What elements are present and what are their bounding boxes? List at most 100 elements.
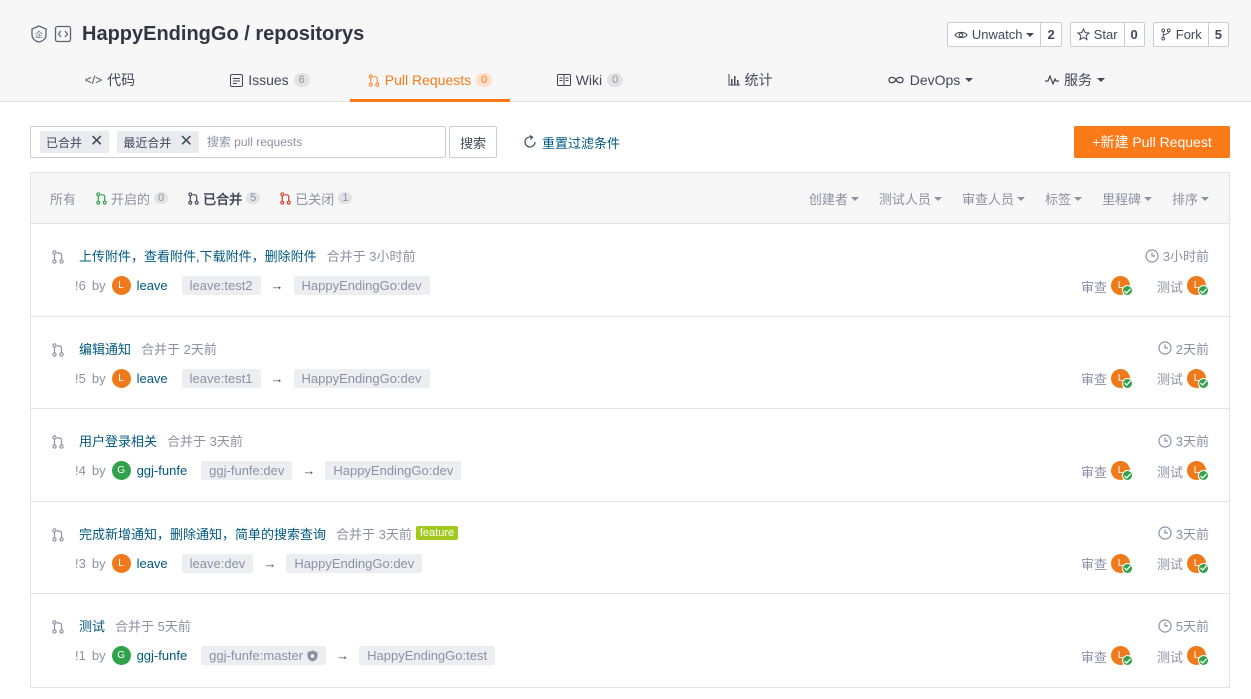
filter-dropdowns: 创建者 测试人员 审查人员 标签 里程碑 排序 [809, 173, 1209, 224]
chevron-down-icon [1026, 32, 1035, 37]
pr-title-link[interactable]: 测试 [79, 616, 105, 635]
tab-label: Wiki [575, 72, 603, 88]
by-label: by [91, 278, 106, 293]
search-input[interactable] [206, 135, 445, 149]
target-branch: HappyEndingGo:dev [325, 461, 462, 480]
review-label: 审查 [1080, 649, 1107, 665]
author-link[interactable]: ggj-funfe [137, 463, 188, 478]
pr-title-link[interactable]: 用户登录相关 [79, 431, 157, 450]
tester-status: 测试 L [1157, 276, 1209, 296]
clock-icon [1158, 526, 1172, 540]
pr-title-link[interactable]: 编辑通知 [79, 339, 131, 358]
tab-pull-requests[interactable]: Pull Requests 0 [350, 58, 510, 102]
reset-label: 重置过滤条件 [542, 135, 621, 151]
tab-services[interactable]: 服务 [1030, 58, 1120, 102]
filter-chip-merged[interactable]: 已合并 ✕ [40, 131, 110, 153]
label-dropdown[interactable]: 标签 [1045, 189, 1082, 208]
filter-box[interactable]: 已合并 ✕ 最近合并 ✕ [30, 126, 446, 158]
by-label: by [91, 648, 106, 663]
watch-count[interactable]: 2 [1041, 23, 1060, 46]
author-dropdown[interactable]: 创建者 [809, 189, 859, 208]
new-pull-request-button[interactable]: +新建 Pull Request [1074, 126, 1230, 158]
tab-code[interactable]: </> 代码 [30, 58, 190, 102]
unwatch-label: Unwatch [971, 27, 1023, 42]
pull-request-merged-icon [52, 342, 64, 357]
pr-time: 3天前 [1175, 526, 1209, 542]
check-icon [1121, 655, 1133, 666]
pr-item: 测试 合并于 5天前 !1 by G ggj-funfe ggj-funfe:m… [31, 594, 1229, 687]
state-all[interactable]: 所有 [50, 189, 76, 208]
avatar[interactable]: G [111, 646, 131, 665]
pull-request-merged-icon [52, 435, 64, 449]
state-label: 已关闭 [295, 191, 335, 207]
author-link[interactable]: leave [137, 371, 168, 386]
eye-icon [954, 31, 968, 38]
sort-dropdown[interactable]: 排序 [1172, 189, 1209, 208]
avatar[interactable]: L [111, 276, 131, 295]
clock-icon [1158, 433, 1172, 448]
tab-devops[interactable]: DevOps [830, 58, 1030, 102]
tab-wiki[interactable]: Wiki 0 [510, 58, 670, 102]
label-badge-feature[interactable]: feature [415, 526, 459, 540]
repo-name[interactable]: HappyEndingGo / repositorys [82, 23, 364, 46]
state-merged[interactable]: 已合并 5 [188, 189, 261, 208]
pr-item: 上传附件，查看附件,下载附件，删除附件 合并于 3小时前 !6 by L lea… [31, 224, 1229, 317]
close-icon[interactable]: ✕ [179, 134, 192, 150]
check-icon [1198, 285, 1209, 296]
star-count[interactable]: 0 [1125, 23, 1144, 46]
review-label: 审查 [1080, 557, 1107, 572]
check-icon [1198, 562, 1209, 574]
reviewer-dropdown[interactable]: 审查人员 [962, 189, 1025, 208]
fork-count[interactable]: 5 [1209, 23, 1228, 46]
arrow-right-icon: → [270, 370, 284, 386]
pulse-icon [1045, 75, 1059, 85]
pr-item: 编辑通知 合并于 2天前 !5 by L leave leave:test1 →… [31, 317, 1229, 409]
author-link[interactable]: ggj-funfe [137, 648, 188, 663]
pull-request-merged-icon [52, 250, 64, 264]
pr-title-link[interactable]: 上传附件，查看附件,下载附件，删除附件 [79, 246, 317, 265]
milestone-dropdown[interactable]: 里程碑 [1102, 189, 1152, 208]
arrow-right-icon: → [336, 648, 350, 663]
tester-dropdown[interactable]: 测试人员 [879, 189, 942, 208]
state-label: 已合并 [203, 191, 243, 207]
pr-merged-time: 合并于 3天前 [336, 526, 412, 542]
by-label: by [91, 463, 106, 478]
search-button[interactable]: 搜索 [449, 126, 497, 158]
tab-label: 统计 [744, 72, 773, 88]
author-link[interactable]: leave [137, 278, 168, 293]
source-branch: leave:test1 [181, 368, 261, 388]
tab-issues[interactable]: Issues 6 [190, 58, 350, 102]
avatar[interactable]: L [111, 553, 131, 573]
reviewer-status: 审查 L [1081, 461, 1133, 481]
pr-time: 2天前 [1175, 341, 1209, 357]
pull-request-merged-icon [188, 191, 199, 205]
unwatch-button[interactable]: Unwatch 2 [946, 22, 1062, 47]
review-label: 审查 [1080, 464, 1107, 480]
state-closed[interactable]: 已关闭 1 [280, 189, 353, 208]
pr-time: 5天前 [1175, 619, 1209, 634]
pr-item: 完成新增通知，删除通知，简单的搜索查询 合并于 3天前 feature !3 b… [31, 502, 1229, 594]
tab-label: Pull Requests [384, 72, 472, 88]
fork-label: Fork [1175, 27, 1202, 42]
fork-button[interactable]: Fork 5 [1152, 22, 1229, 47]
pr-number: !3 [75, 555, 86, 571]
state-open[interactable]: 开启的 0 [96, 189, 169, 208]
avatar[interactable]: G [111, 461, 131, 480]
tab-stats[interactable]: 统计 [670, 58, 830, 102]
pr-time: 3小时前 [1162, 249, 1209, 264]
author-link[interactable]: leave [137, 556, 168, 571]
star-button[interactable]: Star 0 [1069, 22, 1145, 47]
avatar[interactable]: L [111, 368, 131, 388]
filter-chip-recent[interactable]: 最近合并 ✕ [117, 131, 199, 153]
repo-tabs: </> 代码 Issues 6 Pull Requests 0 Wiki 0 统… [30, 58, 1220, 102]
test-label: 测试 [1156, 557, 1183, 572]
close-icon[interactable]: ✕ [90, 134, 103, 150]
pr-title-link[interactable]: 完成新增通知，删除通知，简单的搜索查询 [79, 524, 326, 543]
bar-chart-icon [728, 74, 740, 86]
repo-header: 企 HappyEndingGo / repositorys Unwatch 2 … [0, 0, 1251, 102]
enterprise-icon: 企 [30, 25, 48, 43]
pr-merged-time: 合并于 3小时前 [326, 249, 416, 264]
reset-filters-link[interactable]: 重置过滤条件 [522, 126, 620, 158]
wiki-count-badge: 0 [607, 73, 624, 87]
tester-status: 测试 L [1157, 646, 1209, 666]
